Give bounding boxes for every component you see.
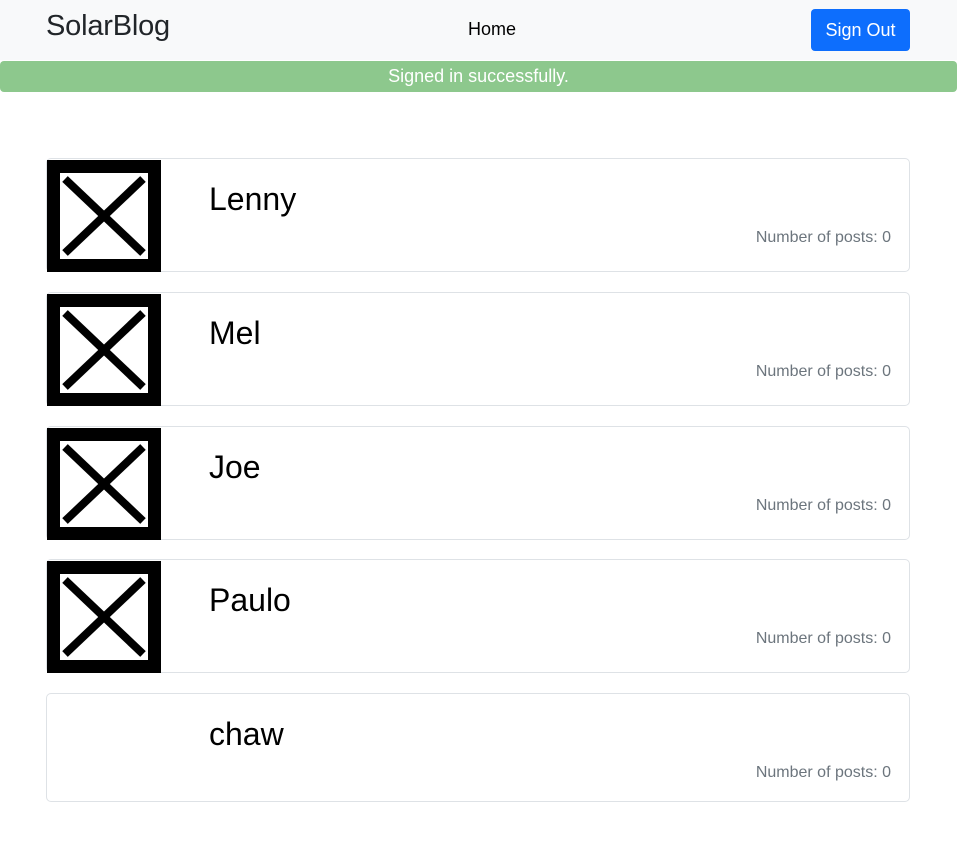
user-card[interactable]: chaw Number of posts: 0 <box>46 693 910 802</box>
post-count: Number of posts: 0 <box>755 497 891 514</box>
sign-out-button[interactable]: Sign Out <box>811 9 910 51</box>
post-count: Number of posts: 0 <box>755 363 891 380</box>
user-card[interactable]: Lenny Number of posts: 0 <box>46 158 910 272</box>
broken-image-icon <box>47 160 161 272</box>
broken-image-icon <box>47 428 161 540</box>
user-card[interactable]: Paulo Number of posts: 0 <box>46 559 910 673</box>
x-mark-icon <box>62 176 146 256</box>
post-count: Number of posts: 0 <box>755 764 891 781</box>
user-card[interactable]: Joe Number of posts: 0 <box>46 426 910 540</box>
navbar: SolarBlog Home Sign Out <box>0 0 957 60</box>
nav-home-link[interactable]: Home <box>468 19 516 40</box>
user-name[interactable]: Lenny <box>209 179 296 219</box>
brand-link[interactable]: SolarBlog <box>46 10 170 43</box>
user-name[interactable]: Joe <box>209 447 261 487</box>
user-card[interactable]: Mel Number of posts: 0 <box>46 292 910 406</box>
x-mark-icon <box>62 310 146 390</box>
user-name[interactable]: Paulo <box>209 580 291 620</box>
x-mark-icon <box>62 444 146 524</box>
broken-image-icon <box>47 294 161 406</box>
user-list: Lenny Number of posts: 0 Mel Number of p… <box>46 158 910 802</box>
user-name[interactable]: Mel <box>209 313 261 353</box>
post-count: Number of posts: 0 <box>755 229 891 246</box>
broken-image-icon <box>47 561 161 673</box>
user-name[interactable]: chaw <box>209 714 284 754</box>
x-mark-icon <box>62 577 146 657</box>
post-count: Number of posts: 0 <box>755 630 891 647</box>
flash-notice: Signed in successfully. <box>0 61 957 92</box>
